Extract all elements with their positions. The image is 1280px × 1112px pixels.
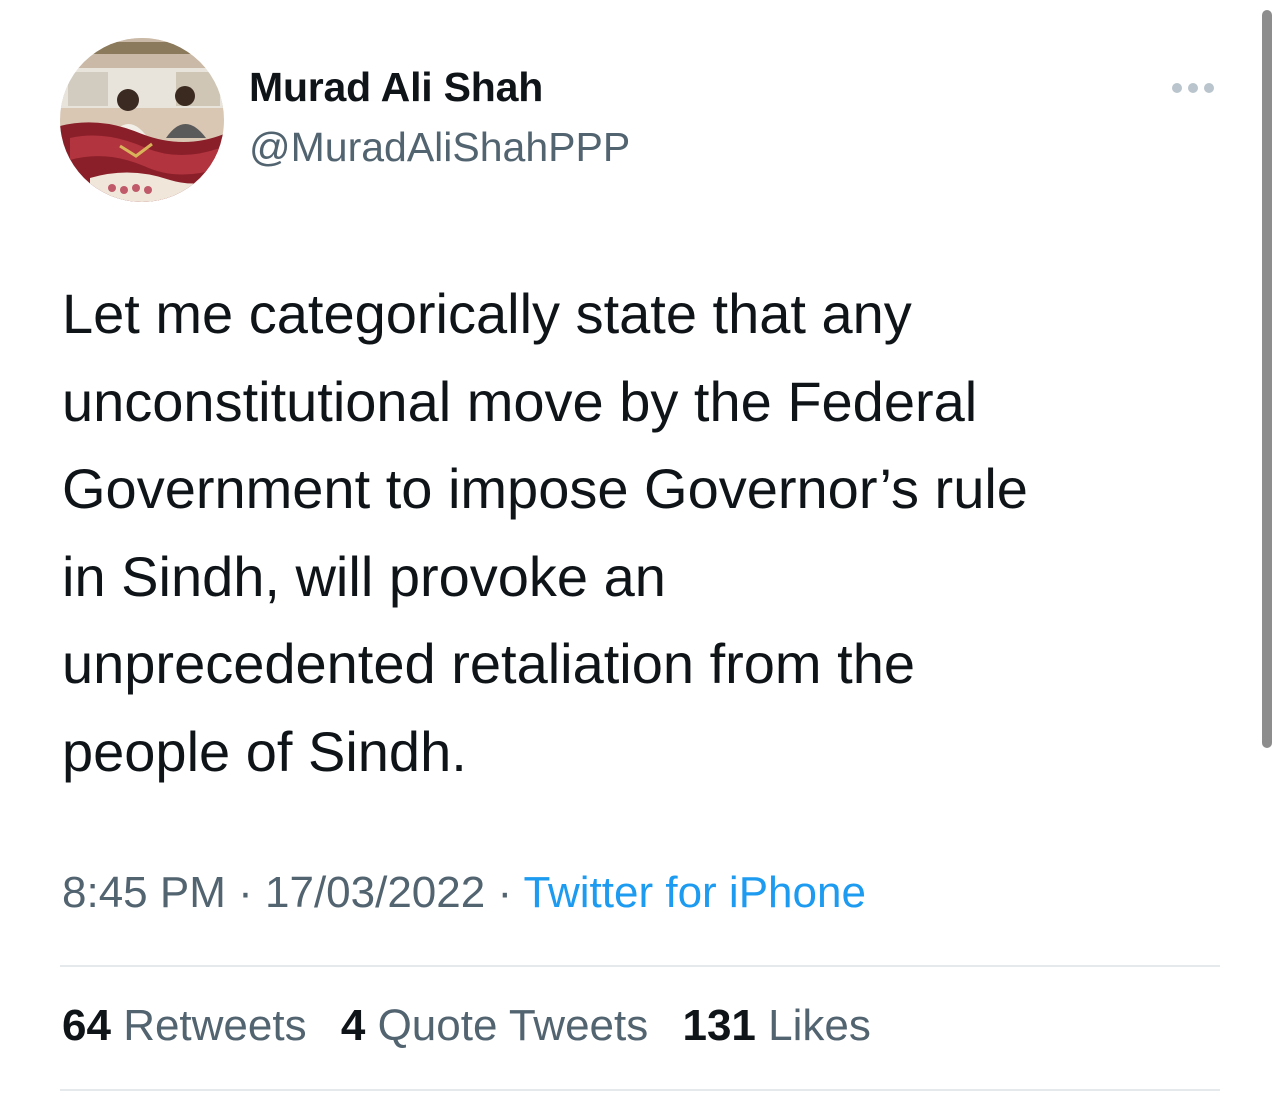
meta-separator: · [238, 868, 253, 917]
more-options-button[interactable] [1168, 76, 1218, 100]
tweet-stats: 64 Retweets 4 Quote Tweets 131 Likes [62, 1001, 893, 1051]
retweets-stat[interactable]: 64 Retweets [62, 1001, 307, 1050]
avatar-photo [60, 38, 224, 202]
quote-tweets-count: 4 [340, 1001, 366, 1050]
tweet-text-line: people of Sindh. [62, 719, 467, 783]
author-handle[interactable]: @MuradAliShahPPP [249, 124, 630, 171]
likes-stat[interactable]: 131 Likes [682, 1001, 870, 1050]
tweet-text-line: in Sindh, will provoke an [62, 544, 666, 608]
retweets-label: Retweets [123, 1001, 307, 1050]
retweets-count: 64 [62, 1001, 111, 1050]
tweet-text-line: Let me categorically state that any [62, 282, 912, 345]
more-horizontal-icon [1172, 83, 1214, 93]
avatar[interactable] [60, 38, 224, 202]
author-display-name[interactable]: Murad Ali Shah [249, 64, 543, 111]
tweet-source-link[interactable]: Twitter for iPhone [524, 868, 866, 917]
tweet-time[interactable]: 8:45 PM [62, 868, 226, 917]
tweet: Murad Ali Shah @MuradAliShahPPP Let me c… [0, 0, 1280, 1112]
quote-tweets-stat[interactable]: 4 Quote Tweets [341, 1001, 648, 1050]
divider [60, 965, 1220, 967]
meta-separator: · [497, 868, 513, 917]
tweet-text-line: Government to impose Governor’s rule [62, 457, 1028, 520]
quote-tweets-label: Quote Tweets [377, 1001, 649, 1050]
divider [60, 1089, 1220, 1091]
tweet-text-line: unconstitutional move by the Federal [62, 369, 978, 433]
tweet-date[interactable]: 17/03/2022 [265, 868, 485, 917]
scrollbar[interactable] [1262, 10, 1272, 748]
tweet-metadata: 8:45 PM · 17/03/2022 · Twitter for iPhon… [62, 868, 866, 918]
likes-label: Likes [768, 1001, 871, 1050]
tweet-text: Let me categorically state that any unco… [62, 270, 1232, 795]
tweet-text-line: unprecedented retaliation from the [62, 632, 915, 695]
likes-count: 131 [682, 1001, 756, 1050]
